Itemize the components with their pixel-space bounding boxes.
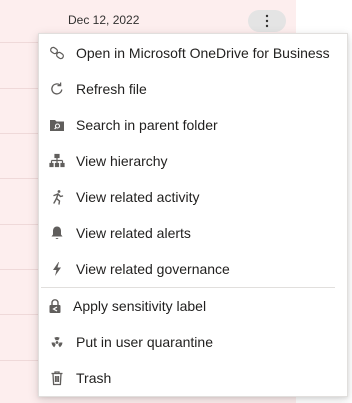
menu-item-label: Apply sensitivity label [73,298,207,314]
lightning-icon [47,259,67,279]
menu-item-label: Trash [76,370,112,386]
menu-item-refresh-file[interactable]: Refresh file [39,71,347,107]
trash-icon [47,368,67,388]
menu-item-apply-sensitivity-label[interactable]: Apply sensitivity label [39,288,347,324]
folder-search-icon [47,115,67,135]
more-vertical-icon [265,14,269,28]
context-menu: Open in Microsoft OneDrive for Business … [38,33,348,397]
menu-item-view-related-alerts[interactable]: View related alerts [39,215,347,251]
refresh-icon [47,79,67,99]
link-icon [47,43,67,63]
sensitivity-lock-icon [45,296,65,316]
menu-item-open-onedrive[interactable]: Open in Microsoft OneDrive for Business [39,35,347,71]
menu-item-label: Open in Microsoft OneDrive for Business [76,45,330,61]
hierarchy-icon [47,151,67,171]
menu-item-label: View related governance [76,261,230,277]
menu-item-label: Refresh file [76,81,147,97]
menu-item-label: View related alerts [76,225,191,241]
menu-item-put-in-user-quarantine[interactable]: Put in user quarantine [39,324,347,360]
menu-item-trash[interactable]: Trash [39,360,347,396]
menu-item-label: View related activity [76,189,200,205]
row-date: Dec 12, 2022 [68,13,140,27]
menu-item-label: Search in parent folder [76,117,218,133]
radiation-icon [47,332,67,352]
menu-item-view-related-activity[interactable]: View related activity [39,179,347,215]
menu-item-search-parent-folder[interactable]: Search in parent folder [39,107,347,143]
menu-item-view-hierarchy[interactable]: View hierarchy [39,143,347,179]
menu-item-label: View hierarchy [76,153,168,169]
more-actions-button[interactable] [248,10,286,32]
running-person-icon [47,187,67,207]
menu-item-label: Put in user quarantine [76,334,213,350]
bell-icon [47,223,67,243]
menu-item-view-related-governance[interactable]: View related governance [39,251,347,287]
